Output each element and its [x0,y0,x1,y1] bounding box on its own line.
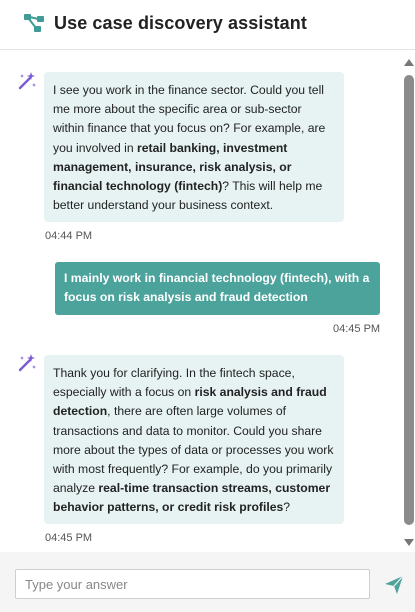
chat-transcript[interactable]: I see you work in the finance sector. Co… [0,51,415,552]
answer-input[interactable] [15,569,370,599]
message-text: I mainly work in financial technology (f… [64,271,370,305]
magic-wand-sparkle-icon [18,72,36,90]
app-header: Use case discovery assistant [0,0,415,50]
user-message: I mainly work in financial technology (f… [55,262,380,315]
scroll-down-arrow-icon[interactable] [404,539,414,546]
send-icon[interactable] [384,575,404,595]
magic-wand-sparkle-icon [18,354,36,372]
scroll-up-arrow-icon[interactable] [404,59,414,66]
workflow-nodes-icon [24,14,44,32]
chat-scrollbar[interactable] [402,55,415,548]
message-text: ? [283,500,291,515]
message-timestamp: 04:45 PM [45,532,93,544]
scrollbar-thumb[interactable] [404,75,414,525]
assistant-message: I see you work in the finance sector. Co… [44,72,344,222]
message-timestamp: 04:45 PM [333,323,381,335]
message-timestamp: 04:44 PM [45,230,93,242]
composer [0,552,415,612]
page-title: Use case discovery assistant [54,13,307,33]
assistant-message: Thank you for clarifying. In the fintech… [44,355,344,524]
